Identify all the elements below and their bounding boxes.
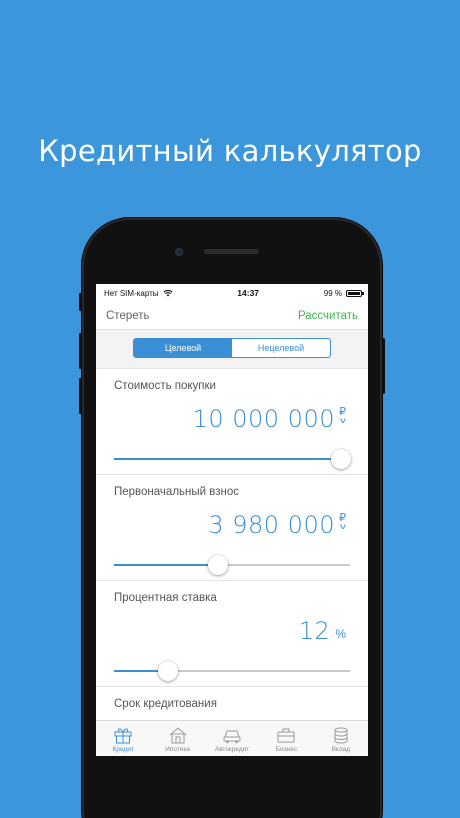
tab-label: Бизнес xyxy=(275,746,298,753)
interest-rate-section: Процентная ставка 12 % xyxy=(96,581,368,687)
slider-thumb[interactable] xyxy=(207,555,228,575)
house-icon xyxy=(169,727,186,744)
headline: Кредитный калькулятор xyxy=(38,134,422,168)
status-bar: Нет SIM-карты 14:37 99 % xyxy=(96,284,368,302)
power-button xyxy=(382,338,385,394)
tab-label: Кредит xyxy=(112,746,134,753)
down-payment-value[interactable]: 3 980 000 xyxy=(208,511,335,539)
tab-business[interactable]: Бизнес xyxy=(259,721,313,756)
front-camera xyxy=(175,248,183,256)
tab-mortgage[interactable]: Ипотека xyxy=(150,721,204,756)
interest-rate-label: Процентная ставка xyxy=(114,592,217,604)
chevron-down-icon: v xyxy=(339,522,346,531)
clear-button[interactable]: Стереть xyxy=(106,310,150,322)
coins-icon xyxy=(334,727,348,744)
earpiece-speaker xyxy=(204,249,259,254)
calculator-form: Целевой Нецелевой Стоимость покупки 10 0… xyxy=(96,330,368,756)
volume-up-button xyxy=(79,333,82,369)
briefcase-icon xyxy=(277,728,295,743)
battery-percent: 99 % xyxy=(323,288,342,298)
tab-label: Автокредит xyxy=(214,746,250,753)
tab-bar: Кредит Ипотека Автокредит Бизнес Вклад xyxy=(96,720,368,756)
tab-car-loan[interactable]: Автокредит xyxy=(205,721,259,756)
carrier-text: Нет SIM-карты xyxy=(104,288,159,298)
segment-targeted[interactable]: Целевой xyxy=(134,339,232,357)
calculate-button[interactable]: Рассчитать xyxy=(298,310,358,322)
slider-thumb[interactable] xyxy=(158,661,179,681)
tab-label: Вклад xyxy=(331,746,351,753)
loan-term-label: Срок кредитования xyxy=(114,698,217,710)
purchase-price-section: Стоимость покупки 10 000 000 ₽ v xyxy=(96,369,368,475)
battery-icon xyxy=(346,289,364,297)
screen: Нет SIM-карты 14:37 99 % Стереть Рассчит… xyxy=(96,284,368,756)
purchase-price-slider[interactable] xyxy=(114,449,351,469)
segment-untargeted[interactable]: Нецелевой xyxy=(232,339,330,357)
status-time: 14:37 xyxy=(237,288,260,298)
loan-type-segmented-control: Целевой Нецелевой xyxy=(133,338,331,358)
currency-selector[interactable]: ₽ v xyxy=(339,513,346,531)
navbar: Стереть Рассчитать xyxy=(96,302,368,330)
down-payment-section: Первоначальный взнос 3 980 000 ₽ v xyxy=(96,475,368,581)
purchase-price-label: Стоимость покупки xyxy=(114,380,216,392)
down-payment-label: Первоначальный взнос xyxy=(114,486,240,498)
tab-label: Ипотека xyxy=(165,746,190,753)
volume-down-button xyxy=(79,378,82,414)
percent-sign: % xyxy=(335,627,346,641)
phone-frame: Нет SIM-карты 14:37 99 % Стереть Рассчит… xyxy=(79,218,385,818)
mute-switch xyxy=(79,293,82,311)
currency-selector[interactable]: ₽ v xyxy=(339,407,346,425)
interest-rate-value[interactable]: 12 xyxy=(299,617,331,645)
purchase-price-value[interactable]: 10 000 000 xyxy=(193,405,335,433)
wifi-icon xyxy=(162,290,173,297)
slider-thumb[interactable] xyxy=(330,449,351,469)
gift-icon xyxy=(114,728,132,744)
tab-credit[interactable]: Кредит xyxy=(96,721,150,756)
car-icon xyxy=(223,730,241,744)
interest-rate-slider[interactable] xyxy=(114,661,350,681)
tab-deposit[interactable]: Вклад xyxy=(314,721,368,756)
down-payment-slider[interactable] xyxy=(114,555,350,575)
chevron-down-icon: v xyxy=(339,416,346,425)
